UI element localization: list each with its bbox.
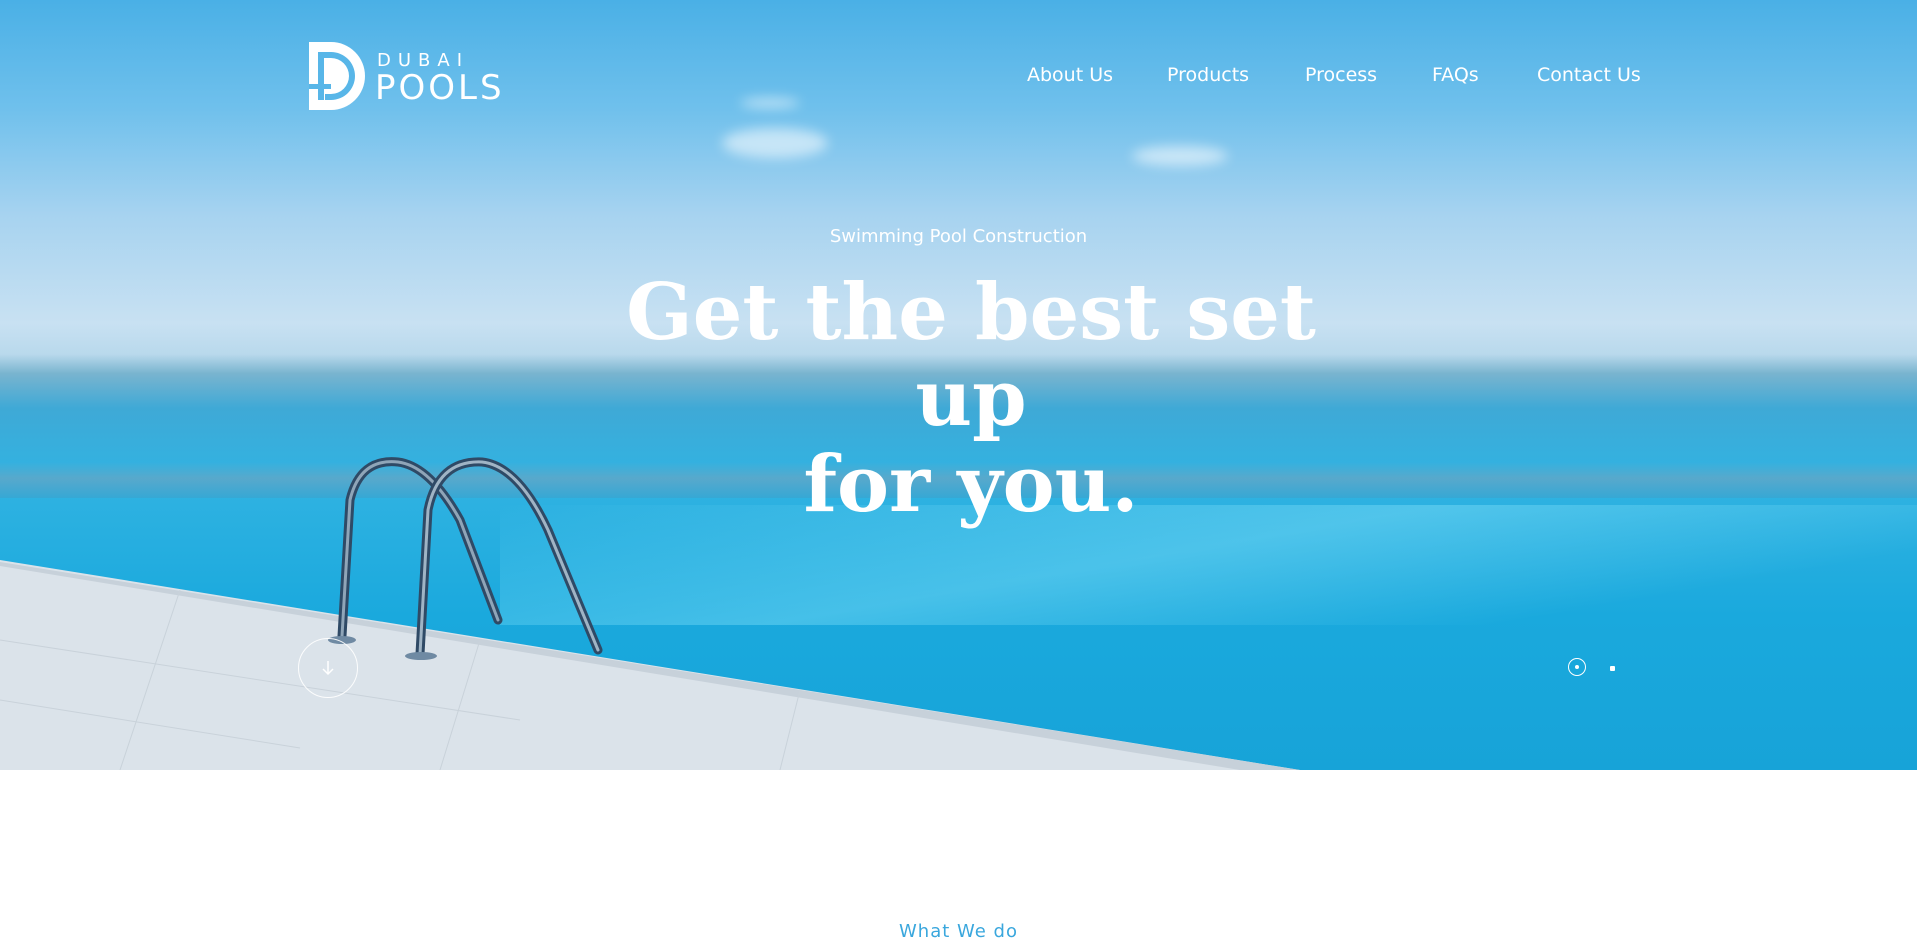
hero-headline-line1: Get the best set up xyxy=(626,267,1316,444)
hero-section: DUBAI POOLS About Us Products Process FA… xyxy=(0,0,1917,770)
nav-products[interactable]: Products xyxy=(1167,64,1249,86)
hero-headline-line2: for you. xyxy=(803,439,1139,530)
nav-about-us[interactable]: About Us xyxy=(1027,64,1113,86)
slider-dot[interactable] xyxy=(1610,666,1615,671)
hero-headline: Get the best set up for you. xyxy=(558,270,1384,528)
nav-process[interactable]: Process xyxy=(1305,64,1377,86)
nav-contact-us[interactable]: Contact Us xyxy=(1537,64,1641,86)
hero-eyebrow: Swimming Pool Construction xyxy=(829,226,1088,247)
arrow-down-icon xyxy=(322,661,334,676)
scroll-down-button[interactable] xyxy=(298,638,358,698)
slider-dot-active[interactable] xyxy=(1568,658,1586,676)
nav-faqs[interactable]: FAQs xyxy=(1432,64,1479,86)
main-navigation: About Us Products Process FAQs Contact U… xyxy=(0,64,1917,88)
section-title: What We do xyxy=(899,921,1018,942)
